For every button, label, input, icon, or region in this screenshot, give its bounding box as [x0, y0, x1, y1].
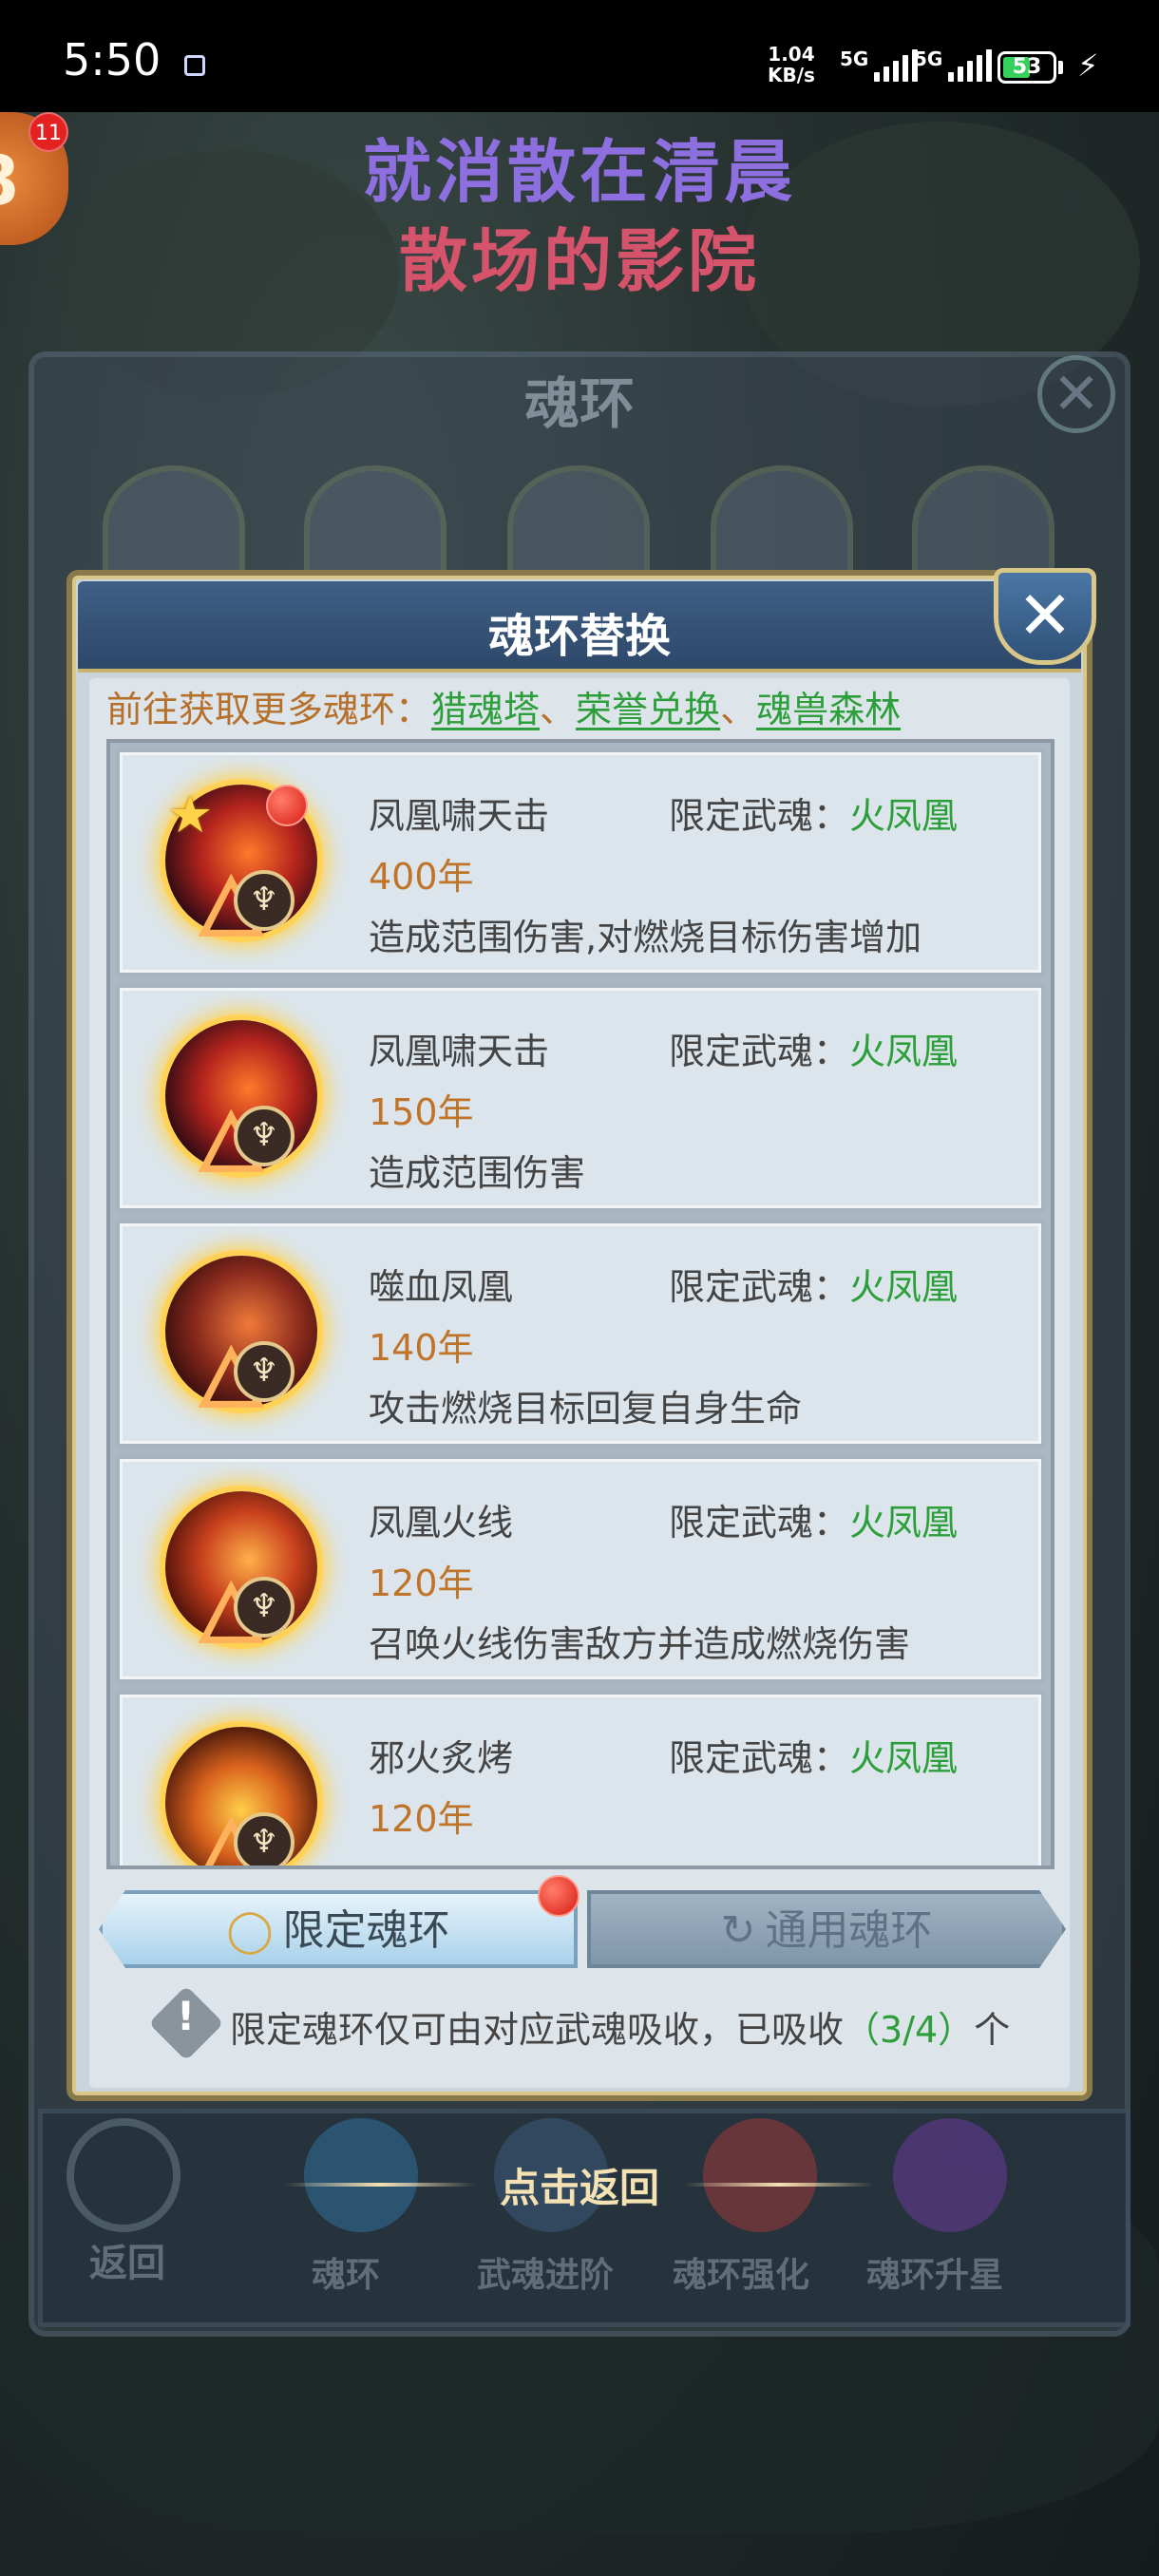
phoenix-badge-icon: ♆	[234, 1341, 294, 1402]
battery-icon: 53	[998, 51, 1056, 84]
network-speed: 1.04 KB/s	[768, 43, 815, 86]
notification-badge: 11	[28, 112, 68, 152]
exclamation-icon: !	[177, 1993, 196, 2039]
phoenix-badge-icon: ♆	[234, 1812, 294, 1866]
source-prefix: 前往获取更多魂环：	[106, 689, 432, 730]
source-line: 前往获取更多魂环：猎魂塔、荣誉兑换、魂兽森林	[106, 680, 901, 732]
soul-ring-panel-close-icon: ✕	[1037, 355, 1115, 433]
refresh-icon: ↻	[720, 1906, 756, 1955]
new-indicator-dot	[266, 785, 308, 826]
new-indicator-dot	[538, 1875, 580, 1917]
ring-name: 噬血凤凰	[369, 1266, 514, 1308]
ring-limit-value: 火凤凰	[849, 1031, 959, 1072]
bottom-nav-item: 魂环强化	[673, 2256, 810, 2295]
ring-desc: 造成范围伤害	[369, 1152, 586, 1194]
bottom-nav-item: 返回	[89, 2242, 165, 2285]
ring-limit-label: 限定武魂：	[669, 1737, 850, 1779]
ring-years: 120年	[369, 1798, 474, 1840]
tab-general-soul-ring[interactable]: ↻ 通用魂环	[587, 1890, 1066, 1968]
ring-name: 凤凰火线	[369, 1502, 514, 1544]
list-item[interactable]: 🜂 ♆ 凤凰火线 限定武魂： 火凤凰 120年 召唤火线伤害敌方并造成燃烧伤害	[116, 1455, 1045, 1683]
tab-label: 通用魂环	[765, 1906, 933, 1955]
close-button[interactable]: ✕	[994, 568, 1096, 665]
signal-1-label: 5G	[840, 47, 869, 70]
phoenix-badge-icon: ♆	[234, 870, 294, 931]
battery-level: 53	[1012, 55, 1042, 79]
star-icon: ★	[167, 785, 214, 844]
absorb-hint: 限定魂环仅可由对应武魂吸收，已吸收（3/4）个	[230, 2000, 1010, 2053]
ring-limit-value: 火凤凰	[849, 1737, 959, 1779]
lyric-line-1: 就消散在清晨	[362, 132, 796, 212]
bottom-nav-item: 魂环升星	[866, 2256, 1004, 2295]
ring-limit-label: 限定武魂：	[669, 1502, 850, 1544]
signal-1-icon: 5G	[840, 47, 919, 82]
list-item[interactable]: 🜂 ♆ 凤凰啸天击 限定武魂： 火凤凰 150年 造成范围伤害	[116, 984, 1045, 1212]
tap-to-return[interactable]: 点击返回	[0, 2156, 1159, 2214]
status-bar: 5:50 1.04 KB/s 5G 5G 53 ⚡	[0, 0, 1159, 112]
bottom-nav-item: 武魂进阶	[477, 2256, 615, 2295]
soul-ring-panel-title: 魂环	[523, 371, 635, 436]
hint-unit: 个	[974, 2009, 1011, 2051]
signal-2-icon: 5G	[914, 47, 993, 82]
ring-desc: 攻击燃烧目标回复自身生命	[369, 1388, 803, 1430]
soul-ring-list[interactable]: 🜂 ♆ ★ 凤凰啸天击 限定武魂： 火凤凰 400年 造成范围伤害,对燃烧目标伤…	[106, 739, 1054, 1869]
hint-text: 限定魂环仅可由对应武魂吸收，已吸收	[230, 2009, 845, 2051]
charging-icon: ⚡	[1077, 47, 1099, 84]
app-notification-icon	[184, 55, 205, 76]
phoenix-badge-icon: ♆	[234, 1577, 294, 1638]
ring-desc: 召唤火线伤害敌方并造成燃烧伤害	[369, 1623, 911, 1665]
ring-name: 邪火炙烤	[369, 1737, 514, 1779]
list-item[interactable]: 🜂 ♆ ★ 凤凰啸天击 限定武魂： 火凤凰 400年 造成范围伤害,对燃烧目标伤…	[116, 748, 1045, 976]
signal-2-label: 5G	[914, 47, 943, 70]
source-link-beast-forest[interactable]: 魂兽森林	[756, 689, 901, 730]
ring-limit-value: 火凤凰	[849, 1502, 959, 1544]
tab-limited-soul-ring[interactable]: ◯ 限定魂环	[99, 1890, 578, 1968]
bottom-nav-item: 魂环	[312, 2256, 381, 2295]
ring-icon: ◯	[226, 1906, 274, 1955]
lyric-line-2: 散场的影院	[398, 221, 760, 301]
tab-label: 限定魂环	[282, 1906, 450, 1955]
dialog-title: 魂环替换	[487, 610, 671, 663]
floating-ball-number: 8	[0, 141, 28, 220]
ring-limit-value: 火凤凰	[849, 795, 959, 837]
source-link-hunting-tower[interactable]: 猎魂塔	[431, 689, 540, 730]
phoenix-badge-icon: ♆	[234, 1106, 294, 1166]
hint-count: （3/4）	[844, 2009, 975, 2051]
ring-years: 400年	[369, 856, 474, 898]
separator: 、	[720, 689, 757, 730]
list-item[interactable]: 🜂 ♆ 噬血凤凰 限定武魂： 火凤凰 140年 攻击燃烧目标回复自身生命	[116, 1220, 1045, 1448]
status-time: 5:50	[63, 34, 162, 85]
ring-years: 150年	[369, 1091, 474, 1133]
ring-limit-label: 限定武魂：	[669, 1031, 850, 1072]
ring-name: 凤凰啸天击	[369, 795, 550, 837]
list-item[interactable]: 🜂 ♆ 邪火炙烤 限定武魂： 火凤凰 120年	[116, 1691, 1045, 1866]
ring-limit-value: 火凤凰	[849, 1266, 959, 1308]
ring-years: 120年	[369, 1563, 474, 1604]
ring-limit-label: 限定武魂：	[669, 795, 850, 837]
source-link-honor-exchange[interactable]: 荣誉兑换	[576, 689, 720, 730]
ring-limit-label: 限定武魂：	[669, 1266, 850, 1308]
separator: 、	[540, 689, 577, 730]
dialog-header: 魂环替换	[78, 581, 1081, 672]
close-icon: ✕	[1016, 577, 1074, 654]
ring-name: 凤凰啸天击	[369, 1031, 550, 1072]
ring-desc: 造成范围伤害,对燃烧目标伤害增加	[369, 917, 922, 958]
ring-years: 140年	[369, 1327, 474, 1369]
